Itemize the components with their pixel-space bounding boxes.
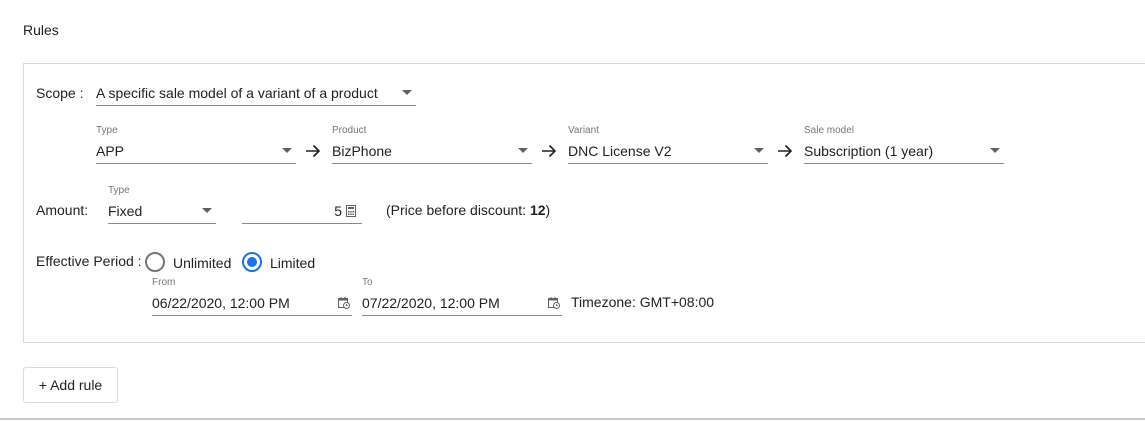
scope-select[interactable]: A specific sale model of a variant of a … [96, 82, 416, 106]
price-prefix: (Price before discount: [386, 202, 530, 218]
amount-type-caption: Type [108, 185, 130, 196]
caret-down-icon [402, 90, 412, 95]
caret-down-icon [282, 148, 292, 153]
price-suffix: ) [545, 202, 551, 218]
arrow-right-icon [542, 144, 557, 158]
effective-period-label: Effective Period : [36, 253, 142, 269]
product-caption: Product [332, 125, 367, 136]
caret-down-icon [518, 148, 528, 153]
from-date-value: 06/22/2020, 12:00 PM [152, 295, 290, 311]
radio-limited[interactable] [242, 252, 262, 272]
type-select[interactable]: APP [96, 140, 296, 164]
calendar-clock-icon[interactable] [338, 297, 350, 309]
arrow-right-icon [306, 144, 321, 158]
amount-value: 5 [334, 203, 342, 219]
timezone-text: Timezone: GMT+08:00 [571, 294, 715, 310]
variant-select[interactable]: DNC License V2 [568, 140, 768, 164]
caret-down-icon [754, 148, 764, 153]
calculator-icon [346, 205, 356, 217]
calendar-clock-icon[interactable] [548, 297, 560, 309]
variant-caption: Variant [568, 125, 599, 136]
variant-value: DNC License V2 [568, 143, 672, 159]
amount-type-value: Fixed [108, 203, 143, 219]
price-before-discount: (Price before discount: 12) [386, 202, 550, 218]
to-date-value: 07/22/2020, 12:00 PM [362, 295, 500, 311]
caret-down-icon [990, 148, 1000, 153]
scope-value: A specific sale model of a variant of a … [96, 85, 378, 101]
price-value: 12 [529, 202, 546, 218]
to-date-input[interactable]: 07/22/2020, 12:00 PM [362, 292, 562, 316]
type-caption: Type [96, 125, 118, 136]
amount-label: Amount: [36, 202, 89, 218]
sale-model-caption: Sale model [804, 125, 855, 136]
section-title: Rules [23, 22, 59, 38]
scope-label: Scope : [36, 85, 84, 101]
type-value: APP [96, 143, 125, 159]
arrow-right-icon [778, 144, 793, 158]
product-value: BizPhone [332, 143, 392, 159]
product-select[interactable]: BizPhone [332, 140, 532, 164]
rules-panel: Rules Scope : A specific sale model of a… [0, 0, 1145, 421]
radio-unlimited-label: Unlimited [173, 255, 232, 271]
sale-model-value: Subscription (1 year) [804, 143, 934, 159]
add-rule-button[interactable]: + Add rule [23, 367, 118, 403]
from-date-input[interactable]: 06/22/2020, 12:00 PM [152, 292, 352, 316]
from-caption: From [152, 277, 176, 288]
amount-type-select[interactable]: Fixed [108, 200, 216, 224]
amount-input[interactable]: 5 [242, 200, 362, 224]
caret-down-icon [202, 208, 212, 213]
radio-unlimited[interactable] [145, 252, 165, 272]
sale-model-select[interactable]: Subscription (1 year) [804, 140, 1004, 164]
divider [0, 418, 1145, 420]
to-caption: To [362, 277, 373, 288]
radio-limited-label: Limited [270, 255, 316, 271]
